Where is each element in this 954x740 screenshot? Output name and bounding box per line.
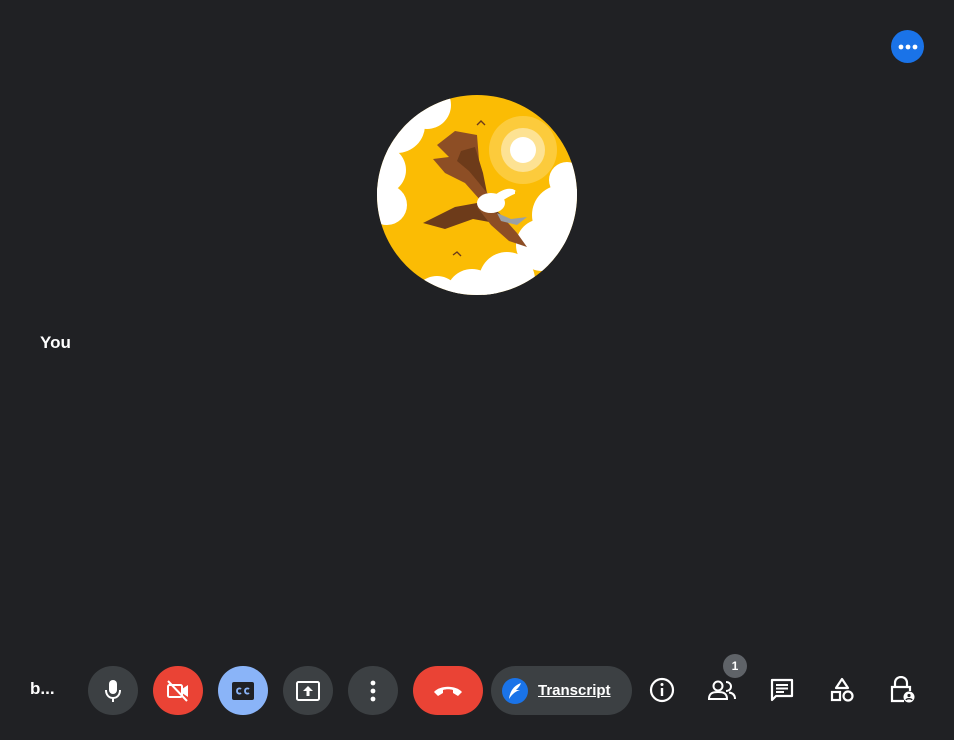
info-icon [649, 677, 675, 703]
meeting-stage: You b... Transcript 1 [0, 0, 954, 740]
present-screen-icon [296, 680, 320, 701]
transcript-label: Transcript [538, 682, 611, 699]
more-vert-icon [370, 680, 376, 701]
more-horiz-icon [898, 44, 917, 49]
activities-icon [830, 677, 854, 702]
mic-button[interactable] [88, 666, 138, 715]
host-controls-button[interactable] [882, 670, 922, 710]
mic-icon [105, 679, 121, 702]
transcript-button[interactable]: Transcript [491, 666, 632, 715]
chat-icon [770, 678, 794, 702]
activities-button[interactable] [822, 670, 862, 710]
meeting-details-button[interactable] [642, 670, 682, 710]
closed-caption-icon [232, 681, 254, 700]
eagle-avatar [377, 95, 577, 295]
videocam-off-icon [167, 679, 188, 702]
self-tile-label: You [40, 333, 71, 352]
captions-button[interactable] [218, 666, 268, 715]
more-options-vertical-button[interactable] [348, 666, 398, 715]
meeting-name: b... [30, 679, 55, 698]
more-options-button[interactable] [891, 30, 924, 63]
chat-button[interactable] [762, 670, 802, 710]
host-controls-icon [890, 676, 915, 703]
people-icon [707, 680, 736, 700]
present-screen-button[interactable] [283, 666, 333, 715]
participant-count-badge: 1 [723, 654, 747, 678]
call-end-icon [434, 686, 462, 696]
leave-call-button[interactable] [413, 666, 483, 715]
camera-toggle-button[interactable] [153, 666, 203, 715]
feather-icon [502, 677, 528, 704]
